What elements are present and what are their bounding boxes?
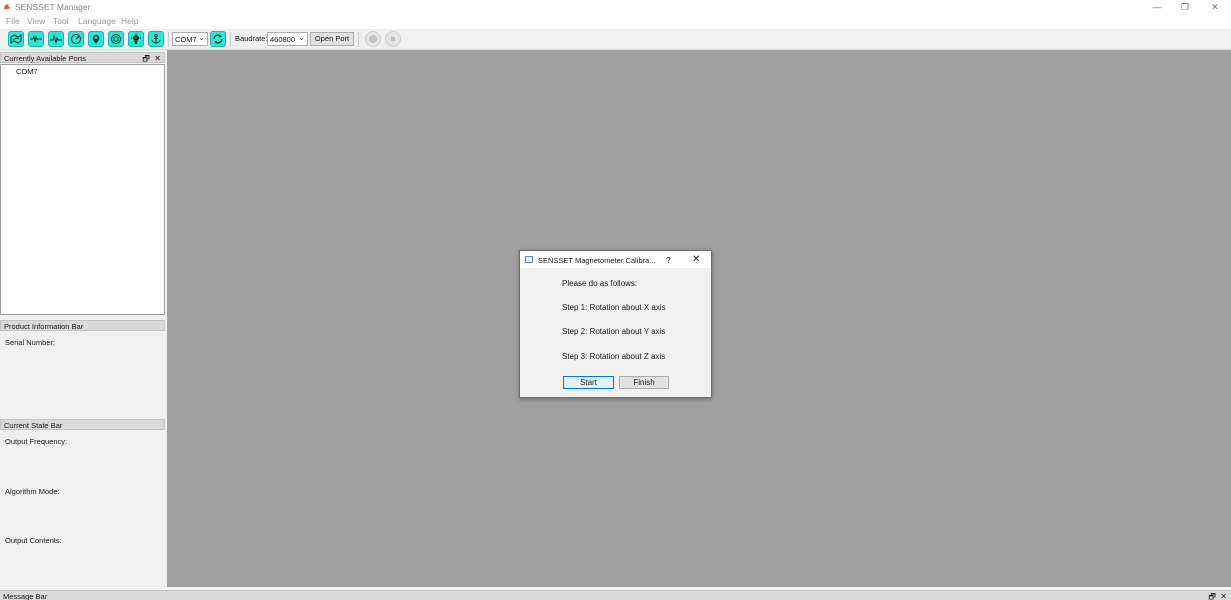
panel-controls: 🗗 ✕: [1208, 591, 1227, 600]
restore-button[interactable]: ❐: [1173, 0, 1197, 14]
baudrate-select[interactable]: 460800 ⌄: [267, 32, 308, 46]
calibration-dialog: SENSSET Magnetometer Calibra... ? ✕ Plea…: [519, 250, 712, 398]
anchor-icon: [151, 33, 161, 44]
menu-help[interactable]: Help: [121, 16, 138, 26]
baudrate-select-value: 460800: [270, 35, 296, 44]
gauge-icon: [71, 34, 81, 44]
dialog-intro: Please do as follows:: [562, 279, 638, 288]
message-bar-title: Message Bar: [3, 592, 48, 600]
app-logo-icon: [4, 4, 10, 10]
compass-button[interactable]: [108, 31, 124, 47]
stop-icon: [391, 37, 395, 41]
toolbar-separator: [168, 32, 169, 47]
finish-button[interactable]: Finish: [619, 376, 669, 389]
float-panel-icon[interactable]: 🗗: [1208, 592, 1216, 600]
port-select[interactable]: COM7 ⌄: [172, 32, 208, 46]
minimize-button[interactable]: —: [1145, 0, 1169, 14]
waveform-icon: [30, 35, 42, 43]
dialog-titlebar[interactable]: SENSSET Magnetometer Calibra... ? ✕: [520, 251, 711, 268]
gauge-button[interactable]: [68, 31, 84, 47]
float-panel-icon[interactable]: 🗗: [142, 54, 150, 63]
toolbar-separator: [230, 32, 231, 47]
settings-bulb-button[interactable]: [128, 31, 144, 47]
toolbar-separator: [358, 32, 359, 47]
toolbar: COM7 ⌄ Baudrate: 460800 ⌄ Open Port: [0, 29, 1231, 50]
pulse-button[interactable]: [48, 31, 64, 47]
ports-panel-header: Currently Available Ports 🗗 ✕: [0, 52, 165, 63]
refresh-ports-button[interactable]: [210, 31, 226, 47]
title-bar: SENSSET Manager — ❐ ✕: [0, 0, 1231, 14]
menu-bar: File View Tool Language Help: [0, 14, 1231, 29]
location-button[interactable]: [88, 31, 104, 47]
port-select-value: COM7: [175, 35, 197, 44]
message-bar: Message Bar 🗗 ✕: [0, 590, 1231, 600]
menu-tool[interactable]: Tool: [53, 16, 69, 26]
menu-file[interactable]: File: [6, 16, 20, 26]
step-2-text: Step 2: Rotation about Y axis: [562, 327, 666, 336]
record-icon: [369, 35, 377, 43]
window-title: SENSSET Manager: [15, 2, 91, 12]
menu-view[interactable]: View: [27, 16, 45, 26]
anchor-button[interactable]: [148, 31, 164, 47]
step-3-text: Step 3: Rotation about Z axis: [562, 352, 666, 361]
menu-language[interactable]: Language: [78, 16, 116, 26]
algorithm-mode-label: Algorithm Mode:: [5, 487, 60, 496]
stop-button[interactable]: [385, 31, 401, 47]
output-contents-label: Output Contents:: [5, 536, 62, 545]
map-icon: [10, 34, 22, 44]
settings-bulb-icon: [131, 33, 141, 44]
chevron-down-icon: ⌄: [298, 33, 305, 42]
serial-number-label: Serial Number:: [5, 338, 56, 347]
close-panel-icon[interactable]: ✕: [1220, 592, 1227, 600]
map-button[interactable]: [8, 31, 24, 47]
window-icon: [525, 256, 533, 263]
ports-list[interactable]: COM7: [0, 64, 165, 315]
location-pin-icon: [92, 35, 100, 44]
dialog-title: SENSSET Magnetometer Calibra...: [538, 256, 656, 265]
step-1-text: Step 1: Rotation about X axis: [562, 303, 666, 312]
chevron-down-icon: ⌄: [198, 33, 205, 42]
ports-panel-title: Currently Available Ports: [4, 54, 86, 63]
close-panel-icon[interactable]: ✕: [154, 54, 161, 63]
baudrate-label: Baudrate:: [235, 34, 268, 43]
start-button[interactable]: Start: [563, 376, 614, 389]
waveform-button[interactable]: [28, 31, 44, 47]
open-port-button[interactable]: Open Port: [310, 32, 354, 46]
output-frequency-label: Output Frequency:: [5, 437, 68, 446]
help-button[interactable]: ?: [666, 255, 671, 265]
product-info-title: Product Information Bar: [4, 322, 84, 331]
record-button[interactable]: [365, 31, 381, 47]
refresh-icon: [213, 34, 223, 44]
dialog-close-button[interactable]: ✕: [692, 254, 700, 265]
pulse-icon: [50, 34, 62, 44]
close-window-button[interactable]: ✕: [1203, 0, 1227, 14]
port-item-com7[interactable]: COM7: [16, 67, 38, 76]
state-panel-header: Current State Bar: [0, 419, 165, 430]
product-info-header: Product Information Bar: [0, 320, 165, 331]
state-panel-title: Current State Bar: [4, 421, 63, 430]
compass-icon: [111, 34, 121, 44]
